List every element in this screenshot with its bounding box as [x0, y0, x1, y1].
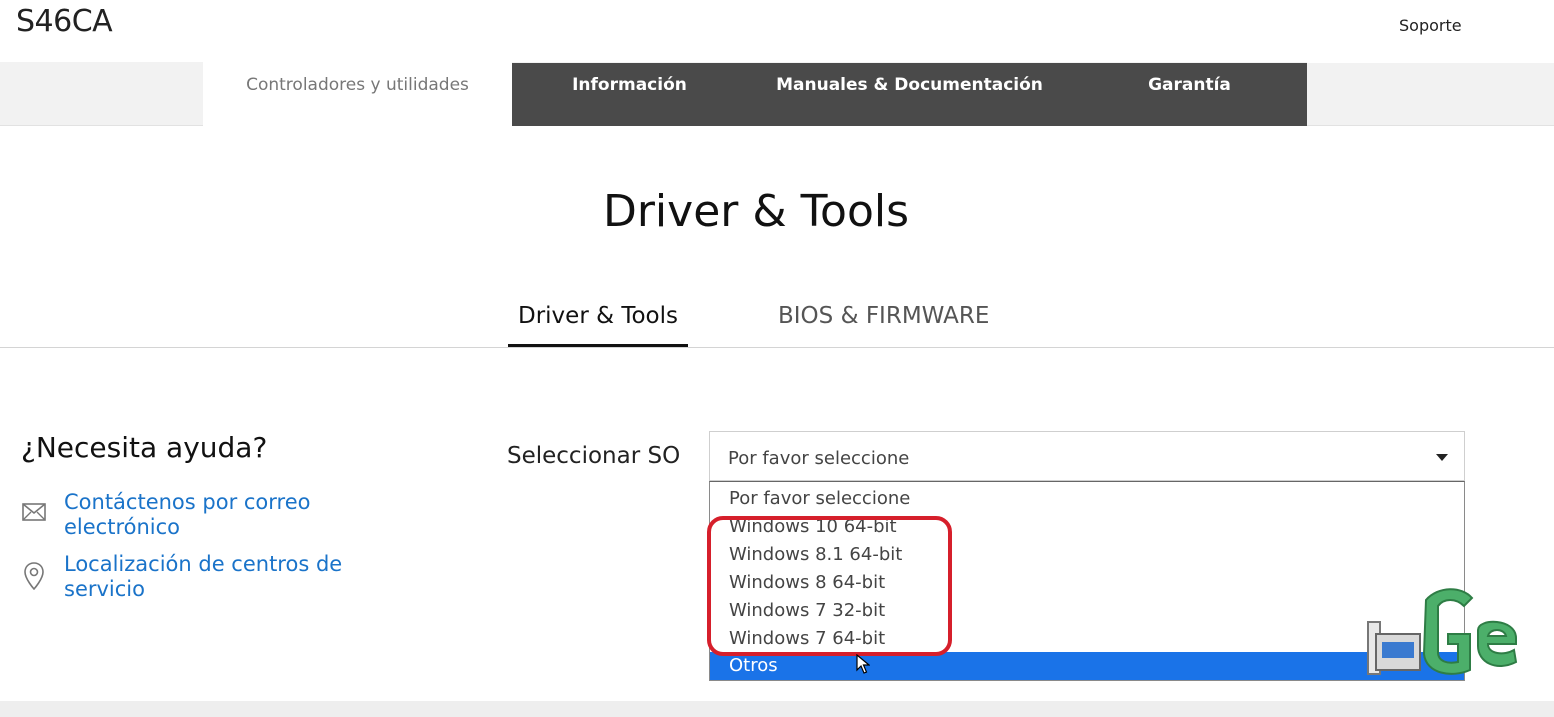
nav-tab-warranty[interactable]: Garantía — [1072, 63, 1307, 126]
highlight-outline — [707, 516, 952, 656]
footer-strip — [0, 701, 1554, 717]
help-title: ¿Necesita ayuda? — [21, 431, 268, 464]
os-select[interactable]: Por favor seleccione — [709, 431, 1465, 481]
watermark-logo — [1366, 582, 1526, 686]
product-title: S46CA — [16, 4, 113, 39]
nav-bar-dark-tabs: Información Manuales & Documentación Gar… — [512, 63, 1307, 126]
email-contact-link[interactable]: Contáctenos por correo electrónico — [64, 490, 364, 540]
os-option-placeholder[interactable]: Por favor seleccione — [710, 485, 1464, 513]
dropdown-caret-icon — [1436, 454, 1448, 461]
mouse-cursor-icon — [856, 653, 871, 678]
service-center-link[interactable]: Localización de centros de servicio — [64, 552, 364, 602]
nav-tab-drivers-label: Controladores y utilidades — [246, 75, 469, 95]
nav-tab-manuals[interactable]: Manuales & Documentación — [747, 63, 1072, 126]
os-option-otros[interactable]: Otros — [710, 652, 1464, 680]
location-pin-icon — [24, 562, 44, 594]
nav-bar-spacer — [1307, 44, 1554, 63]
nav-tab-info[interactable]: Información — [512, 63, 747, 126]
support-link[interactable]: Soporte — [1399, 16, 1462, 35]
mail-icon — [22, 502, 46, 526]
tab-bios-firmware[interactable]: BIOS & FIRMWARE — [778, 303, 989, 329]
os-select-value: Por favor seleccione — [728, 448, 910, 469]
tab-driver-tools[interactable]: Driver & Tools — [508, 303, 688, 329]
os-select-label: Seleccionar SO — [507, 443, 681, 469]
nav-tab-drivers[interactable]: Controladores y utilidades — [203, 44, 512, 126]
page-title: Driver & Tools — [602, 186, 910, 237]
tabs-divider — [0, 347, 1554, 348]
